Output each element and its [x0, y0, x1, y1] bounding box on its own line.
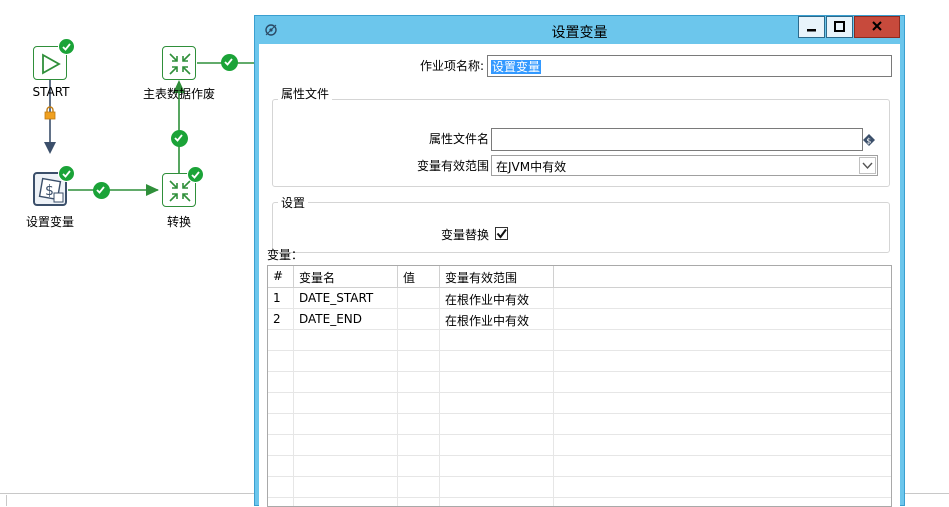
empty-table-row	[268, 372, 891, 393]
empty-cell	[294, 372, 398, 393]
properties-file-group-title: 属性文件	[278, 85, 333, 102]
svg-text:$: $	[45, 183, 54, 199]
empty-cell	[398, 477, 440, 498]
empty-cell	[268, 330, 294, 351]
maximize-icon	[834, 21, 845, 32]
properties-filename-label: 属性文件名	[428, 132, 489, 146]
checkmark-icon	[496, 228, 507, 239]
variable-scope-cell[interactable]: 在根作业中有效	[440, 309, 554, 330]
row-number-cell: 2	[268, 309, 294, 330]
variable-scope-cell[interactable]: 在根作业中有效	[440, 288, 554, 309]
column-header-filler	[554, 266, 891, 288]
variable-replace-checkbox[interactable]	[495, 227, 508, 240]
job-entry-name-label: 作业项名称:	[419, 59, 484, 73]
value-cell[interactable]	[398, 309, 440, 330]
variables-section-label: 变量：	[267, 248, 304, 262]
value-cell[interactable]	[398, 288, 440, 309]
hop-success-icon	[171, 130, 188, 147]
variable-scope-select[interactable]: 在JVM中有效	[491, 155, 878, 176]
lock-icon	[44, 106, 56, 120]
chevron-down-icon	[862, 162, 873, 170]
job-entry-name-value: 设置变量	[491, 60, 542, 74]
empty-table-row	[268, 435, 891, 456]
empty-cell	[268, 414, 294, 435]
column-header-number[interactable]: #	[268, 266, 294, 288]
empty-cell	[294, 351, 398, 372]
empty-cell	[398, 435, 440, 456]
empty-cell	[440, 351, 554, 372]
minimize-icon	[807, 29, 816, 32]
settings-group-title: 设置	[278, 194, 309, 211]
properties-filename-input[interactable]	[491, 128, 863, 151]
variable-replace-label: 变量替换	[440, 228, 489, 242]
success-check-icon	[58, 165, 75, 182]
empty-table-row	[268, 414, 891, 435]
table-row[interactable]: 2 DATE_END 在根作业中有效	[268, 309, 891, 330]
empty-table-row	[268, 456, 891, 477]
main-table-invalidate-node-label: 主表数据作废	[142, 87, 215, 101]
transform-node-label: 转换	[166, 215, 191, 229]
empty-cell	[440, 414, 554, 435]
empty-cell	[294, 414, 398, 435]
empty-cell	[294, 456, 398, 477]
canvas-bottom-tick	[6, 495, 7, 506]
empty-cell	[440, 330, 554, 351]
maximize-button[interactable]	[826, 16, 853, 38]
variables-table[interactable]: # 变量名 值 变量有效范围 1 DATE_START 在根作业中有效 2 DA…	[267, 265, 892, 507]
empty-table-row	[268, 477, 891, 498]
variable-name-cell[interactable]: DATE_END	[294, 309, 398, 330]
variable-scope-label: 变量有效范围	[416, 159, 489, 173]
empty-table-row	[268, 330, 891, 351]
empty-cell	[440, 456, 554, 477]
close-button[interactable]	[854, 16, 900, 38]
empty-table-row	[268, 393, 891, 414]
set-variables-dialog: 设置变量 作业项名称: 设置变量 属性文件 属性文件名 $ 变量有效范围 在JV…	[254, 15, 905, 507]
empty-cell	[440, 435, 554, 456]
empty-cell	[398, 330, 440, 351]
column-header-value[interactable]: 值	[398, 266, 440, 288]
empty-cell	[440, 477, 554, 498]
empty-cell	[294, 393, 398, 414]
empty-cell	[440, 393, 554, 414]
empty-cell	[268, 435, 294, 456]
settings-group	[272, 202, 890, 253]
empty-cell	[294, 330, 398, 351]
empty-cell	[398, 414, 440, 435]
svg-text:$: $	[866, 137, 871, 146]
dialog-titlebar[interactable]: 设置变量	[255, 16, 904, 44]
empty-table-row	[268, 351, 891, 372]
empty-cell	[268, 456, 294, 477]
column-header-variable-name[interactable]: 变量名	[294, 266, 398, 288]
main-table-invalidate-node[interactable]	[162, 46, 196, 80]
success-check-icon	[187, 166, 204, 183]
dropdown-arrow[interactable]	[859, 157, 876, 174]
minimize-button[interactable]	[798, 16, 825, 38]
empty-cell	[268, 372, 294, 393]
empty-cell	[268, 477, 294, 498]
empty-cell	[294, 435, 398, 456]
job-entry-name-input[interactable]: 设置变量	[487, 55, 892, 77]
empty-cell	[398, 372, 440, 393]
set-variables-node-label: 设置变量	[25, 215, 74, 229]
variable-diamond-icon[interactable]: $	[862, 133, 876, 147]
hop-success-icon	[221, 54, 238, 71]
empty-cell	[398, 393, 440, 414]
variable-name-cell[interactable]: DATE_START	[294, 288, 398, 309]
success-check-icon	[58, 38, 75, 55]
empty-cell	[440, 372, 554, 393]
hop-success-icon	[93, 182, 110, 199]
dialog-client-area: 作业项名称: 设置变量 属性文件 属性文件名 $ 变量有效范围 在JVM中有效 …	[259, 44, 900, 507]
empty-cell	[398, 456, 440, 477]
column-header-variable-scope[interactable]: 变量有效范围	[440, 266, 554, 288]
table-row[interactable]: 1 DATE_START 在根作业中有效	[268, 288, 891, 309]
empty-cell	[268, 351, 294, 372]
row-number-cell: 1	[268, 288, 294, 309]
empty-cell	[268, 393, 294, 414]
empty-cell	[294, 477, 398, 498]
transform-icon	[169, 53, 191, 75]
start-node-label: START	[32, 85, 70, 99]
variable-scope-value: 在JVM中有效	[496, 160, 567, 174]
close-icon	[872, 21, 882, 31]
empty-cell	[398, 351, 440, 372]
